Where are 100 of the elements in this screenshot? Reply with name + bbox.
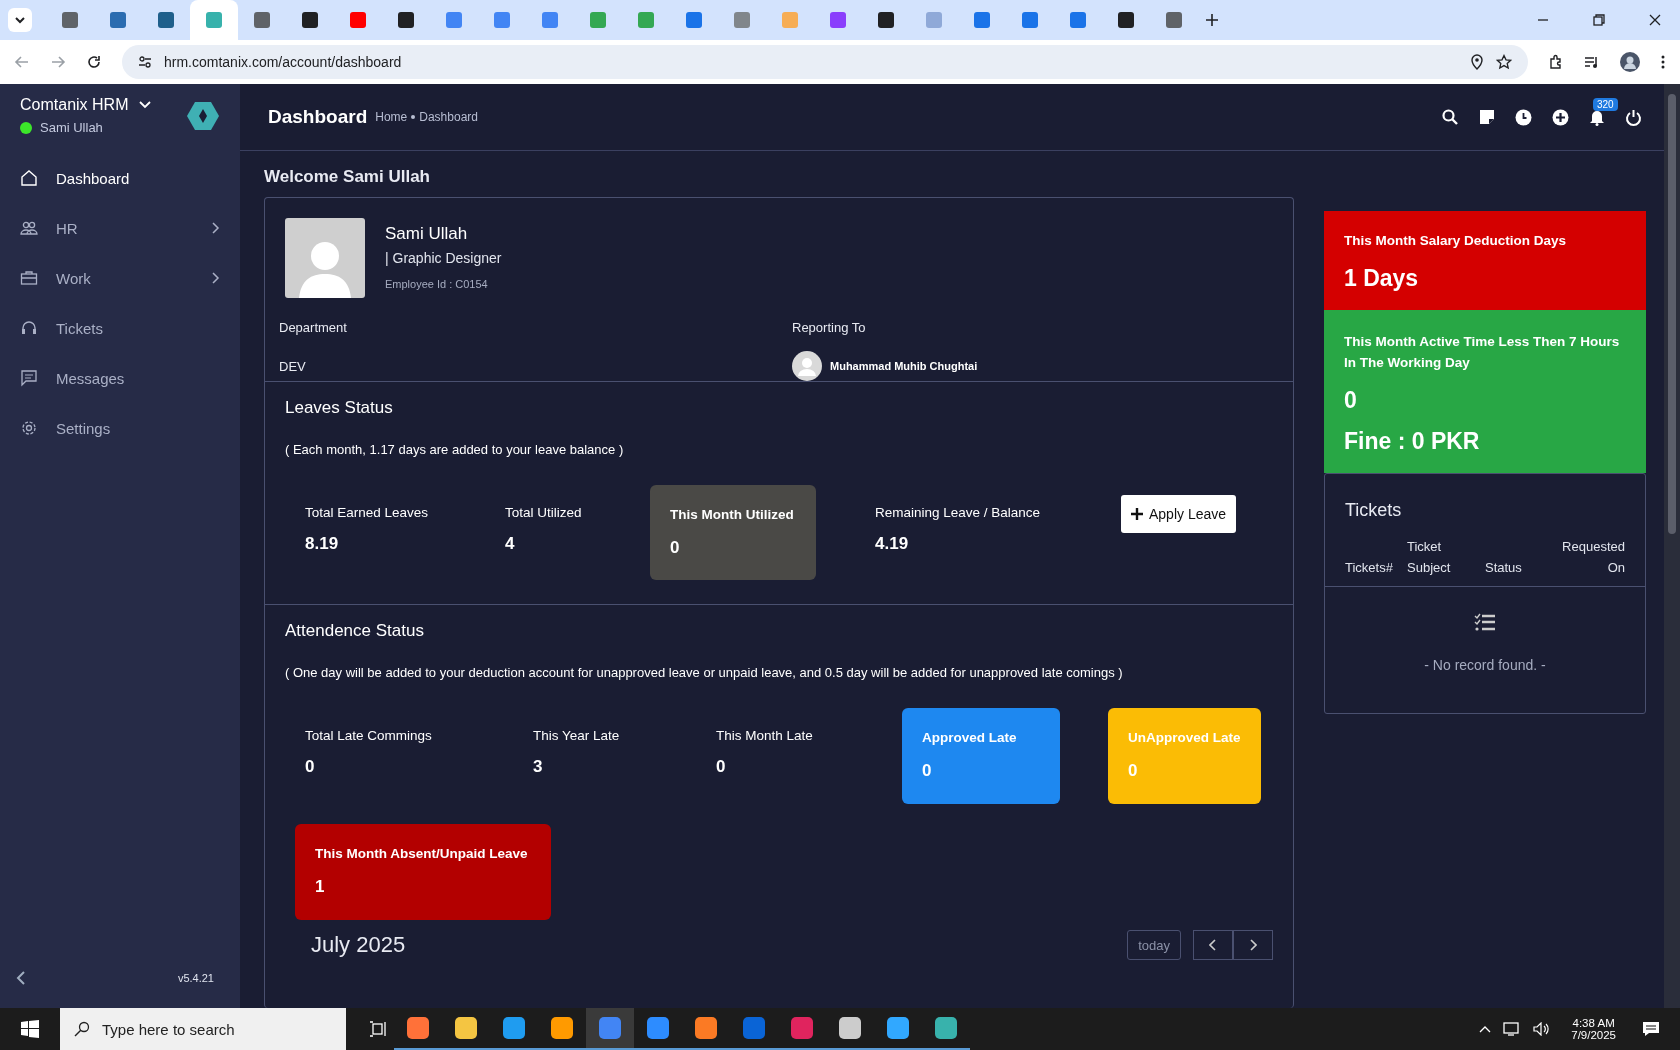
stat-label: UnApproved Late [1128,730,1241,745]
stat-value: 3 [533,757,544,777]
breadcrumb-link[interactable]: Dashboard [419,110,478,124]
nav-item[interactable]: Settings [0,403,240,453]
settings-icon [20,419,38,437]
employee-name: Sami Ullah [385,224,469,244]
bell-icon[interactable] [1589,108,1605,126]
clock-icon[interactable] [1515,108,1532,126]
manager-name: Muhammad Muhib Chughtai [830,360,978,372]
section-note: ( One day will be added to your deduction account for unapproved leave or unpaid leave, and 0.5 day will be added for unapproved late comings ) [285,665,1124,680]
tab-search-button[interactable] [8,8,32,32]
department-value: DEV [279,358,307,374]
employee-role: | Graphic Designer [385,250,502,266]
nav-item[interactable]: Dashboard [0,153,240,203]
notification-badge: 320 [1593,97,1618,111]
home-icon [20,169,38,187]
power-icon[interactable] [1625,108,1642,126]
stat-label: Total Earned Leaves [305,505,430,520]
location-pin-icon[interactable] [1470,54,1484,70]
volume-icon[interactable] [1533,1022,1552,1036]
today-button[interactable]: today [1127,930,1181,960]
reload-icon[interactable] [86,54,102,70]
next-button[interactable] [1233,930,1273,960]
chevron-up-icon[interactable] [1479,1025,1492,1033]
column-header: Requested On [1561,537,1625,577]
note-icon[interactable] [1479,109,1495,125]
headset-icon [20,319,38,337]
column-header: Ticket Subject [1407,537,1452,577]
stat-label: Total Late Commings [305,728,433,743]
column-header: Tickets# [1345,558,1394,577]
section-title: Attendence Status [285,621,425,641]
welcome-heading: Welcome Sami Ullah [264,167,431,187]
chat-icon [20,369,38,387]
taskbar-search-field[interactable]: Type here to search [60,1008,346,1050]
chevron-left-icon [1209,939,1217,951]
section-note: ( Each month, 1.17 days are added to your leave balance ) [285,442,625,457]
search-icon[interactable] [1441,108,1459,126]
reporting-label: Reporting To [792,320,867,335]
stat-label: This Year Late [533,728,621,743]
nav-item[interactable]: HR [0,203,240,253]
forward-icon[interactable] [50,54,66,70]
profile-avatar-icon[interactable] [1620,52,1640,72]
section-title: Leaves Status [285,398,394,418]
plus-icon [1205,13,1219,27]
chevron-down-icon[interactable] [138,100,153,110]
clock-time[interactable]: 4:38 AM [1572,1017,1615,1029]
chevron-right-icon [1249,939,1257,951]
stat-label: Total Utilized [505,505,583,520]
previous-button[interactable] [1193,930,1233,960]
users-icon [20,219,38,237]
scrollbar-thumb[interactable] [1668,94,1676,534]
stat-value: 0 [305,757,316,777]
add-circle-icon[interactable] [1552,108,1569,126]
nav-item[interactable]: Messages [0,353,240,403]
tickets-title: Tickets [1345,499,1403,521]
avatar-placeholder-icon [285,218,365,298]
apply-leave-button[interactable]: Apply Leave [1121,495,1237,533]
stat-value: 0 [1128,761,1139,781]
restore-icon[interactable] [1592,13,1606,27]
stat-value: 4.19 [875,534,910,554]
stat-value: 4 [505,534,516,554]
chevron-down-icon [14,14,26,26]
department-label: Department [279,320,348,335]
network-icon[interactable] [1503,1022,1522,1036]
empty-message: - No record found. - [1424,657,1546,674]
page-title: Dashboard [268,106,368,128]
briefcase-icon [20,269,38,287]
manager-avatar-icon [792,351,822,381]
extensions-icon[interactable] [1548,54,1564,70]
media-icon[interactable] [1584,54,1600,70]
user-name: Sami Ullah [40,120,103,135]
back-icon[interactable] [14,54,30,70]
summary-value: 1 Days [1344,265,1420,293]
employee-id: Employee Id : C0154 [385,278,489,290]
column-header: Status [1485,558,1523,577]
search-icon [74,1021,90,1037]
summary-value: 0 [1344,386,1358,414]
nav-item[interactable]: Work [0,253,240,303]
nav-item[interactable]: Tickets [0,303,240,353]
more-icon[interactable] [1660,54,1666,70]
plus-icon [1131,508,1143,520]
stat-label: This Month Utilized [670,507,795,522]
address-field[interactable]: hrm.comtanix.com/account/dashboard [122,45,1528,79]
breadcrumb-link[interactable]: Home [375,110,408,124]
notifications-icon[interactable] [1642,1021,1660,1037]
star-icon[interactable] [1496,54,1512,70]
version-label: v5.4.21 [177,972,214,984]
stat-value: 0 [716,757,727,777]
site-settings-icon[interactable] [138,55,152,69]
brand-name: Comtanix HRM [20,96,129,114]
calendar-title: July 2025 [311,932,406,958]
task-view-icon[interactable] [370,1021,388,1037]
stat-value: 1 [315,877,326,897]
clock-date[interactable]: 7/9/2025 [1571,1029,1616,1041]
collapse-icon[interactable] [16,970,26,986]
stat-label: This Month Absent/Unpaid Leave [315,846,529,861]
close-icon[interactable] [1648,13,1662,27]
stat-label: This Month Late [716,728,814,743]
windows-start-icon[interactable] [21,1020,39,1038]
stat-value: 0 [922,761,933,781]
